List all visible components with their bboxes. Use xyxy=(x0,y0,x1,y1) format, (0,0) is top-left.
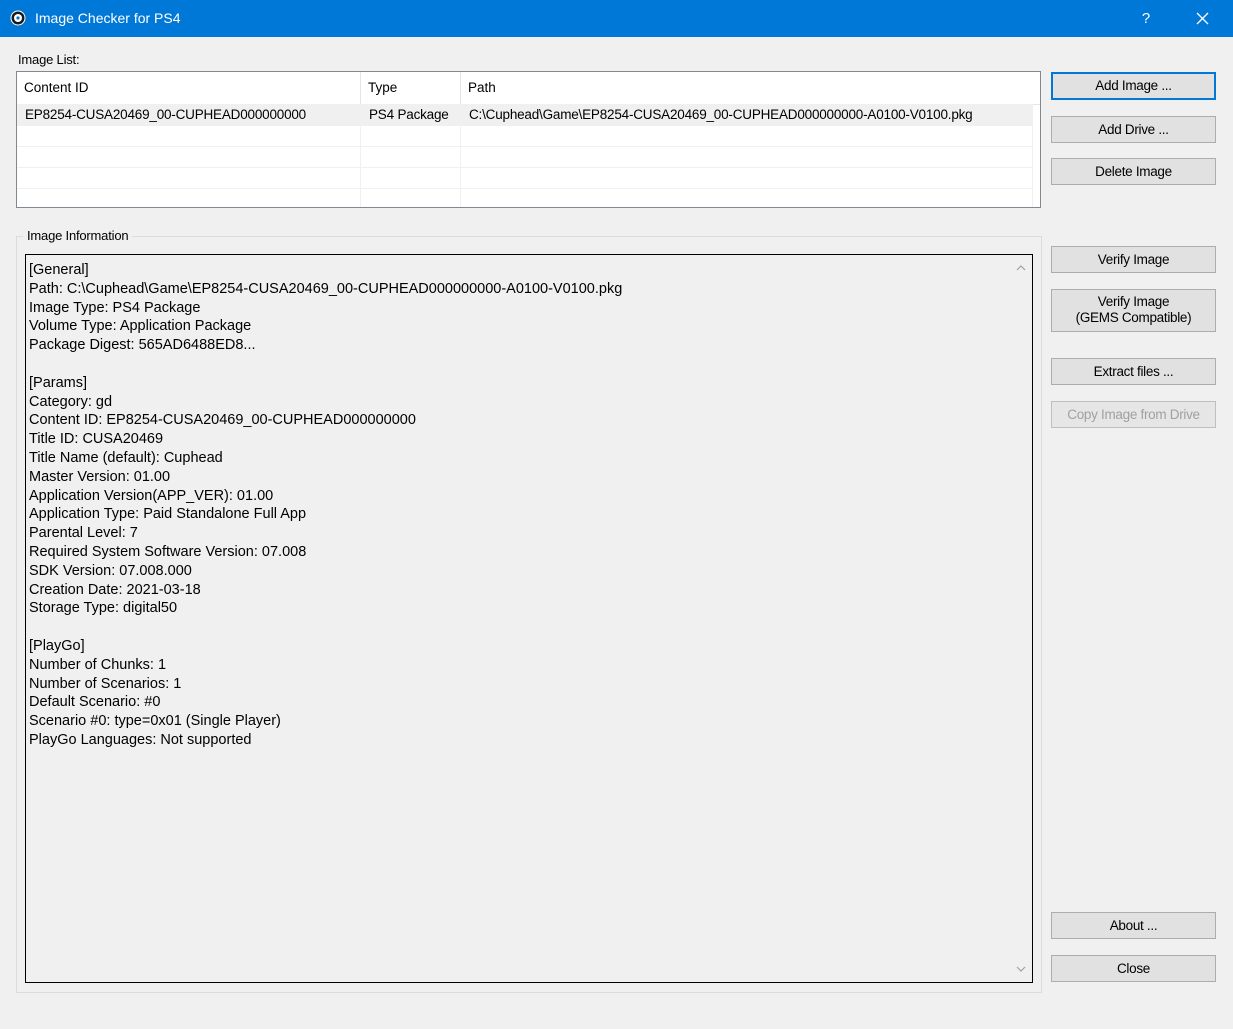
grid-line xyxy=(17,146,1033,147)
cell-type: PS4 Package xyxy=(369,107,449,122)
verify-gems-line2: (GEMS Compatible) xyxy=(1075,310,1192,325)
grid-line xyxy=(17,167,1033,168)
cell-path: C:\Cuphead\Game\EP8254-CUSA20469_00-CUPH… xyxy=(469,107,973,122)
column-header-type[interactable]: Type xyxy=(361,72,461,104)
grid-line xyxy=(1032,104,1033,207)
title-bar: Image Checker for PS4 ? xyxy=(0,0,1233,37)
grid-line xyxy=(460,104,461,207)
copy-image-from-drive-button: Copy Image from Drive xyxy=(1051,401,1216,428)
image-information-legend: Image Information xyxy=(23,228,133,243)
grid-line xyxy=(360,104,361,207)
help-button[interactable]: ? xyxy=(1118,0,1174,37)
vertical-scrollbar[interactable] xyxy=(1009,255,1032,982)
grid-line xyxy=(17,188,1033,189)
close-window-icon[interactable] xyxy=(1176,0,1232,37)
list-header: Content ID Type Path xyxy=(17,72,1040,105)
scroll-up-icon[interactable] xyxy=(1014,261,1028,275)
verify-image-gems-button[interactable]: Verify Image (GEMS Compatible) xyxy=(1051,289,1216,332)
scroll-down-icon[interactable] xyxy=(1014,962,1028,976)
image-information-text: [General] Path: C:\Cuphead\Game\EP8254-C… xyxy=(29,262,623,748)
about-button[interactable]: About ... xyxy=(1051,912,1216,939)
add-drive-button[interactable]: Add Drive ... xyxy=(1051,116,1216,143)
delete-image-button[interactable]: Delete Image xyxy=(1051,158,1216,185)
column-header-content-id[interactable]: Content ID xyxy=(17,72,361,104)
image-information-textbox[interactable]: [General] Path: C:\Cuphead\Game\EP8254-C… xyxy=(25,254,1033,983)
main-window: Image Checker for PS4 ? Image List: Cont… xyxy=(0,0,1233,1029)
extract-files-button[interactable]: Extract files ... xyxy=(1051,358,1216,385)
app-disc-icon xyxy=(10,10,26,26)
grid-line xyxy=(17,125,1033,126)
image-list-label: Image List: xyxy=(18,52,80,67)
verify-gems-line1: Verify Image xyxy=(1097,294,1170,309)
close-button[interactable]: Close xyxy=(1051,955,1216,982)
image-list[interactable]: Content ID Type Path EP8254-CUSA20469_00… xyxy=(16,71,1041,208)
window-title: Image Checker for PS4 xyxy=(35,10,181,26)
verify-image-button[interactable]: Verify Image xyxy=(1051,246,1216,273)
table-row[interactable]: EP8254-CUSA20469_00-CUPHEAD000000000 PS4… xyxy=(17,104,1033,125)
add-image-button[interactable]: Add Image ... xyxy=(1051,72,1216,100)
cell-content-id: EP8254-CUSA20469_00-CUPHEAD000000000 xyxy=(25,107,306,122)
column-header-path[interactable]: Path xyxy=(461,72,1033,104)
